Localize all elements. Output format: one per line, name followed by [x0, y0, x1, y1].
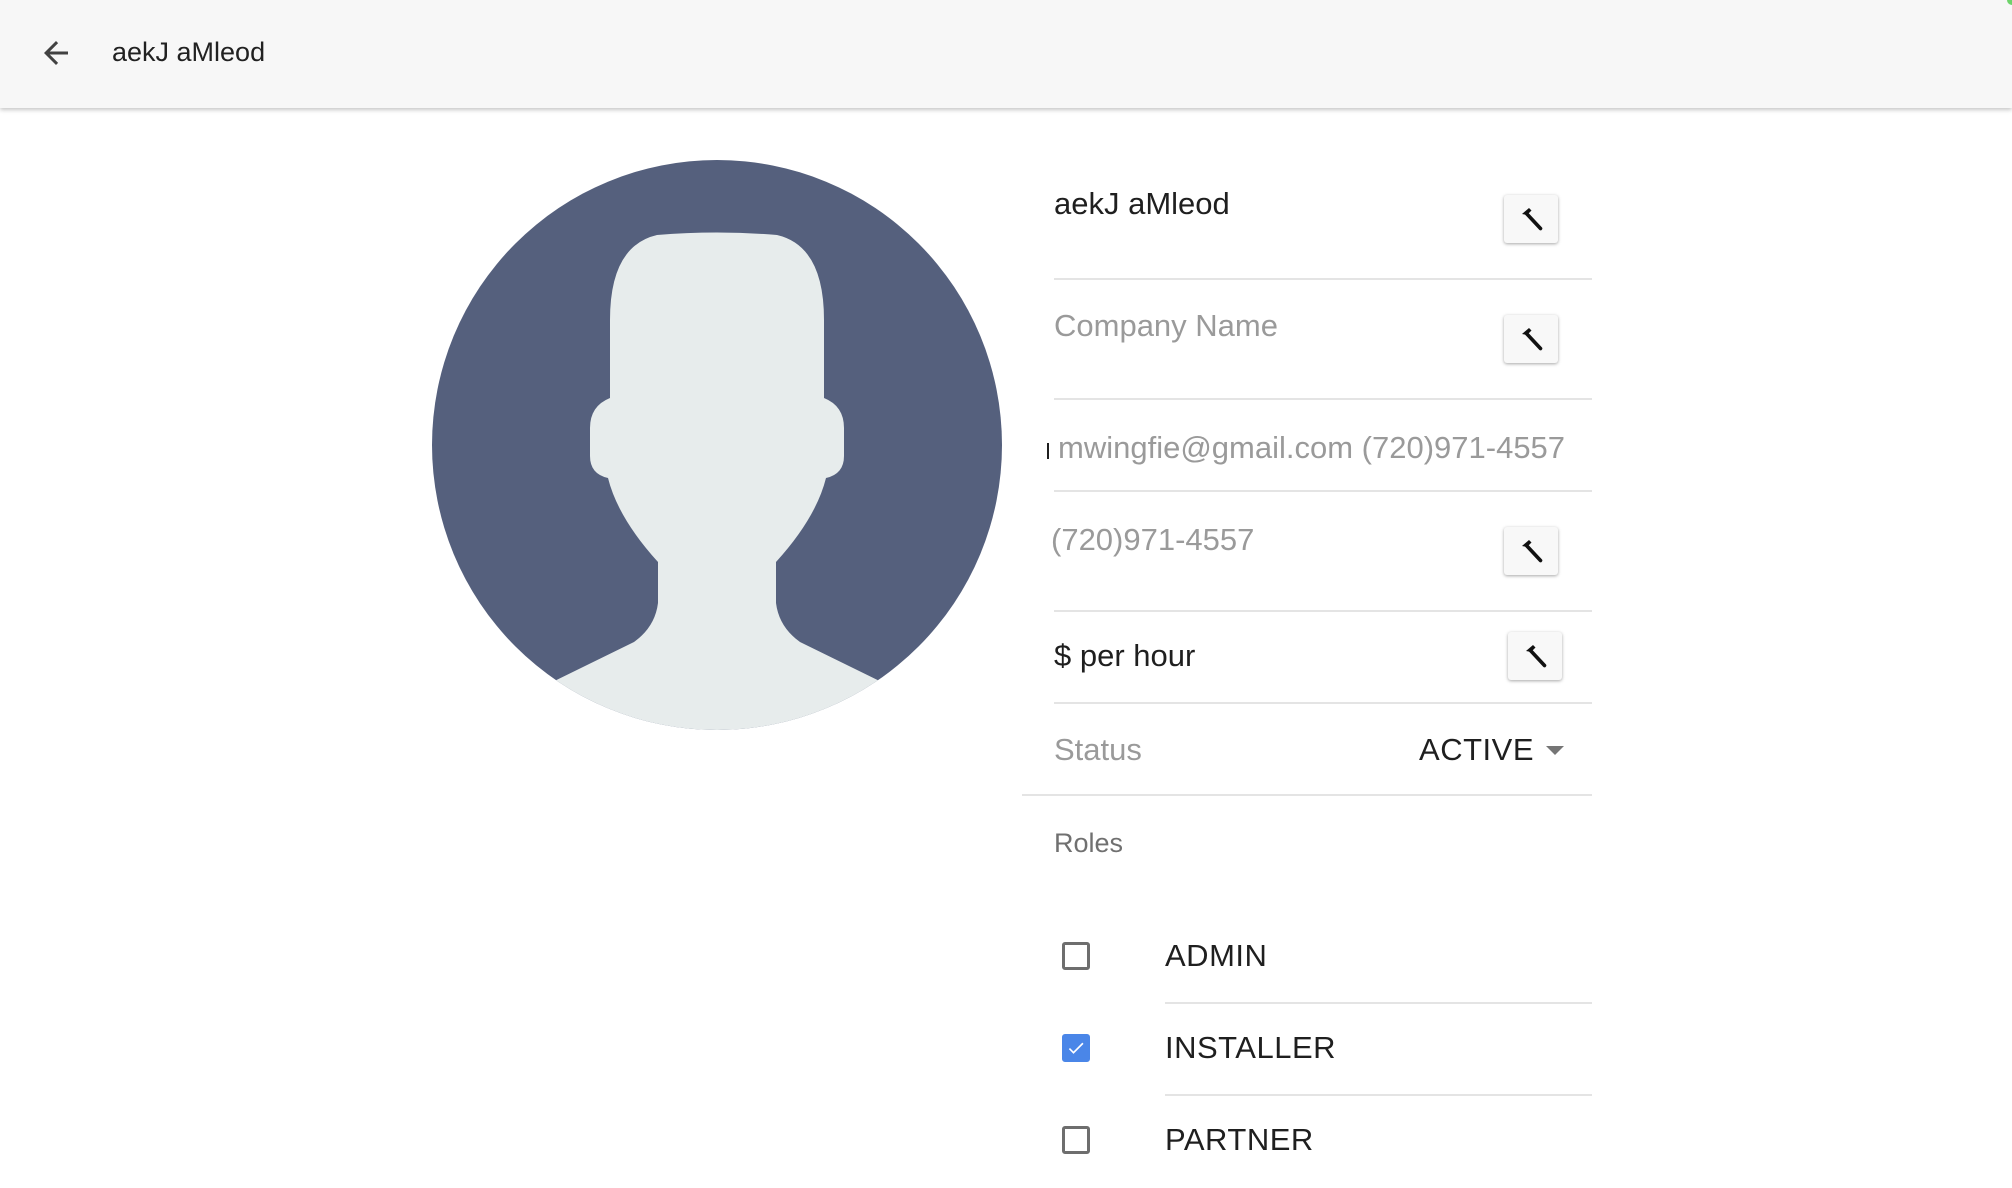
- role-label: ADMIN: [1165, 938, 1268, 973]
- role-label: PARTNER: [1165, 1122, 1314, 1157]
- role-checkbox-partner[interactable]: [1062, 1126, 1090, 1154]
- user-avatar-icon: [432, 160, 1002, 730]
- app-bar: aekJ aMleod: [0, 0, 2012, 108]
- edit-phone-button[interactable]: [1504, 527, 1558, 575]
- status-label: Status: [1054, 732, 1142, 767]
- hammer-icon: [1526, 645, 1547, 668]
- edit-name-button[interactable]: [1504, 195, 1558, 243]
- contact-field[interactable]: mwingfie@gmail.com (720)971-4557: [1047, 400, 1592, 492]
- page-title: aekJ aMleod: [112, 37, 266, 67]
- rate-field[interactable]: $ per hour: [1054, 612, 1592, 704]
- back-button[interactable]: [30, 27, 82, 79]
- company-placeholder: Company Name: [1054, 308, 1278, 343]
- contact-value: mwingfie@gmail.com (720)971-4557: [1058, 430, 1566, 465]
- edit-rate-button[interactable]: [1508, 632, 1562, 680]
- role-checkbox-installer[interactable]: [1062, 1034, 1090, 1062]
- status-indicator: [2007, 0, 2012, 5]
- text-cursor: [1047, 443, 1049, 459]
- company-field[interactable]: Company Name: [1054, 280, 1592, 400]
- checkmark-icon: [1068, 1042, 1084, 1054]
- roles-heading: Roles: [1054, 828, 1124, 858]
- name-field: aekJ aMleod: [1054, 168, 1592, 280]
- role-item-installer[interactable]: INSTALLER: [1054, 1004, 1592, 1096]
- status-row: Status ACTIVE: [1022, 706, 1592, 796]
- role-label: INSTALLER: [1165, 1030, 1337, 1065]
- edit-company-button[interactable]: [1504, 315, 1558, 363]
- hammer-icon: [1522, 540, 1543, 563]
- hammer-icon: [1522, 208, 1543, 231]
- phone-value: (720)971-4557: [1051, 522, 1255, 557]
- name-value: aekJ aMleod: [1054, 186, 1230, 221]
- arrow-back-icon: [44, 41, 68, 65]
- rate-value: $ per hour: [1054, 638, 1196, 673]
- status-value: ACTIVE: [1419, 732, 1534, 767]
- role-item-admin[interactable]: ADMIN: [1054, 912, 1592, 1004]
- role-item-partner[interactable]: PARTNER: [1054, 1096, 1592, 1188]
- role-checkbox-admin[interactable]: [1062, 942, 1090, 970]
- status-dropdown[interactable]: ACTIVE: [1419, 730, 1564, 770]
- phone-field[interactable]: (720)971-4557: [1051, 492, 1592, 612]
- dropdown-arrow-icon: [1546, 745, 1564, 755]
- hammer-icon: [1522, 328, 1543, 351]
